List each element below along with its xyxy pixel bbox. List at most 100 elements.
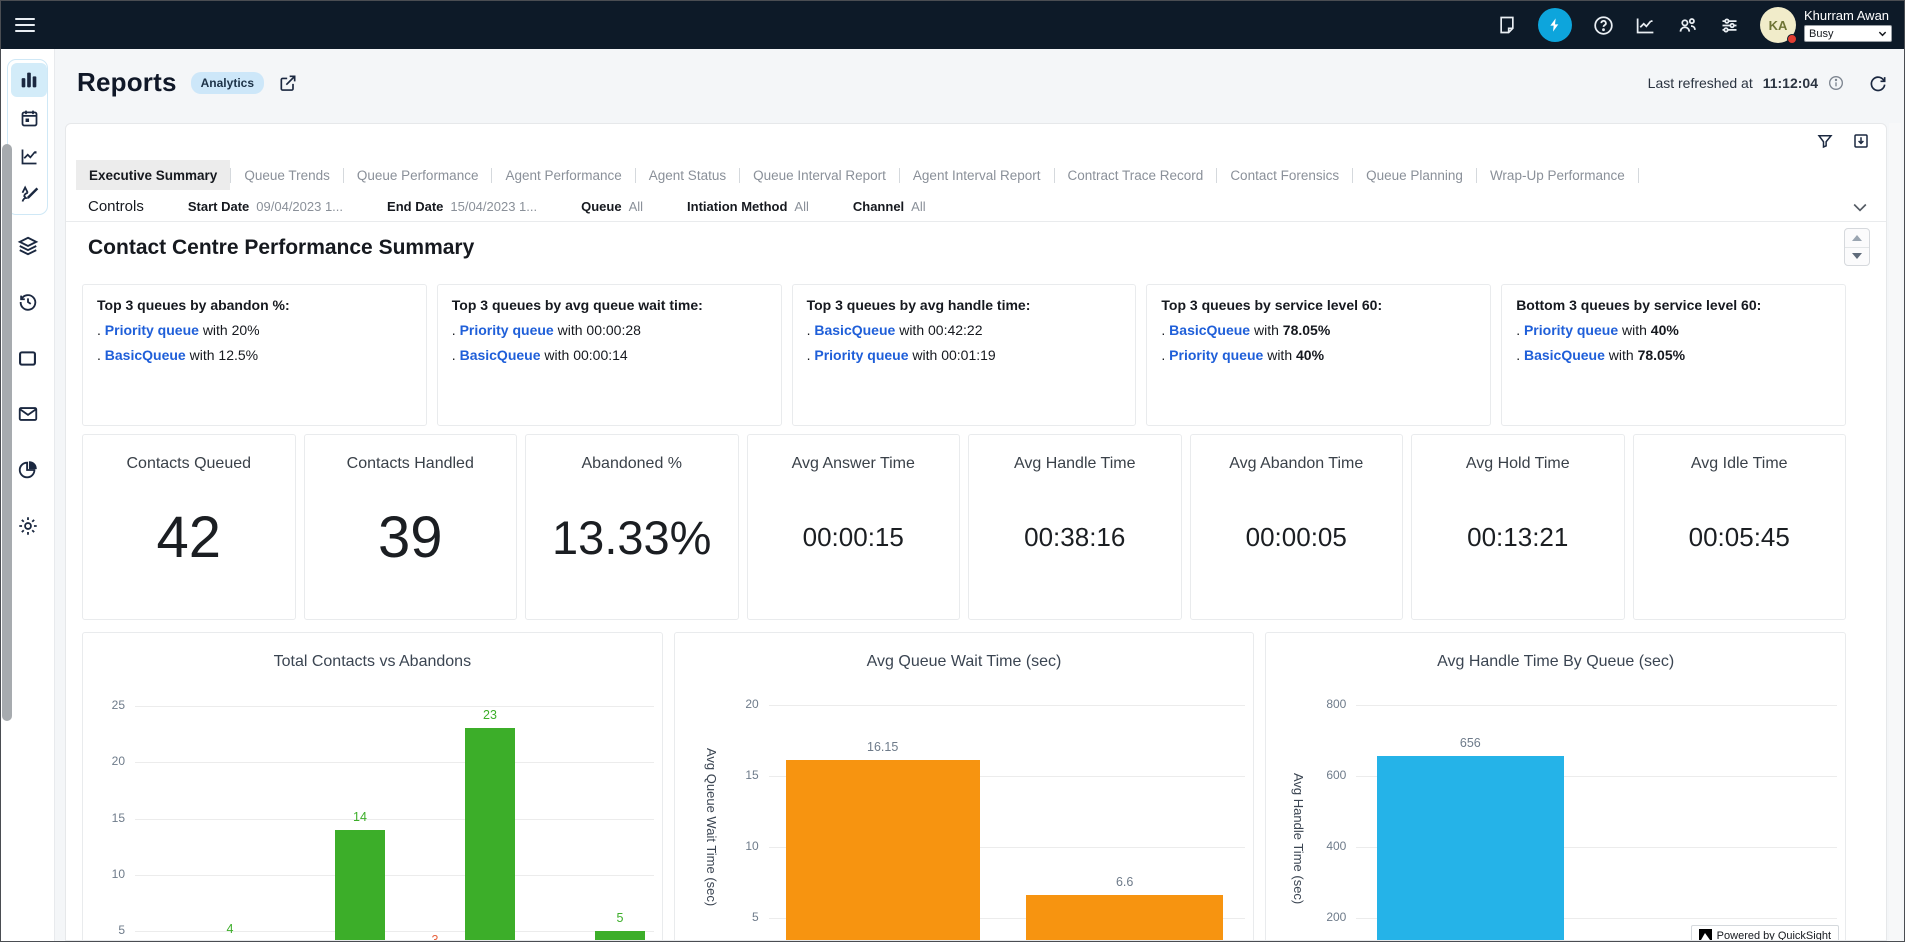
queue-link[interactable]: BasicQueue bbox=[1169, 322, 1250, 338]
charts-row: Total Contacts vs Abandons 2520151054143… bbox=[82, 632, 1846, 941]
pie-chart-icon bbox=[17, 459, 39, 481]
tab-queue-planning[interactable]: Queue Planning bbox=[1353, 160, 1476, 190]
status-select[interactable]: Busy bbox=[1804, 25, 1892, 42]
report-tabs: Executive Summary Queue Trends Queue Per… bbox=[76, 160, 1826, 190]
insight-value: 00:00:28 bbox=[586, 322, 641, 338]
preferences-icon[interactable] bbox=[1718, 14, 1740, 36]
queue-link[interactable]: Priority queue bbox=[1169, 347, 1263, 363]
y-axis-label: Avg Handle Time (sec) bbox=[1291, 773, 1306, 904]
y-axis-tick: 20 bbox=[725, 697, 759, 711]
tab-contact-forensics[interactable]: Contact Forensics bbox=[1217, 160, 1352, 190]
tab-agent-interval-report[interactable]: Agent Interval Report bbox=[900, 160, 1054, 190]
tab-queue-performance[interactable]: Queue Performance bbox=[344, 160, 492, 190]
filter-initiation-method[interactable]: Intiation MethodAll bbox=[687, 199, 809, 214]
tab-contract-trace-record[interactable]: Contract Trace Record bbox=[1055, 160, 1217, 190]
page-header: Reports Analytics Last refreshed at 11:1… bbox=[55, 49, 1904, 123]
kpi-label: Avg Idle Time bbox=[1691, 455, 1788, 473]
insight-card-title: Bottom 3 queues by service level 60: bbox=[1516, 297, 1831, 313]
tab-executive-summary[interactable]: Executive Summary bbox=[76, 160, 230, 190]
sidebar-item-history[interactable] bbox=[10, 285, 46, 319]
gridline bbox=[769, 705, 1246, 706]
notes-icon[interactable] bbox=[1496, 14, 1518, 36]
info-icon[interactable] bbox=[1828, 75, 1844, 91]
y-axis-label: Avg Queue Wait Time (sec) bbox=[704, 748, 719, 906]
kpi-label: Avg Abandon Time bbox=[1229, 455, 1363, 473]
insight-value: 78.05% bbox=[1638, 347, 1685, 363]
kpi-value: 00:00:05 bbox=[1246, 473, 1347, 619]
sheet-spinner bbox=[1844, 228, 1870, 266]
bar-value-label: 14 bbox=[325, 810, 395, 824]
spinner-up-icon[interactable] bbox=[1845, 229, 1869, 248]
line-chart-icon bbox=[19, 146, 40, 167]
y-axis-tick: 5 bbox=[725, 910, 759, 924]
bar-value-label: 656 bbox=[1435, 736, 1505, 750]
window-icon bbox=[17, 348, 38, 369]
kpi-card: Avg Abandon Time00:00:05 bbox=[1190, 434, 1404, 620]
spinner-down-icon[interactable] bbox=[1845, 248, 1869, 266]
filter-end-date[interactable]: End Date15/04/2023 1... bbox=[387, 199, 537, 214]
tab-queue-interval-report[interactable]: Queue Interval Report bbox=[740, 160, 899, 190]
user-block: KA Khurram Awan Busy bbox=[1760, 7, 1892, 43]
sidebar-item-reports[interactable] bbox=[11, 63, 47, 97]
insight-value: 20% bbox=[232, 322, 260, 338]
sidebar-item-trends[interactable] bbox=[11, 139, 47, 173]
insight-value: 00:01:19 bbox=[941, 347, 996, 363]
open-in-new-icon[interactable] bbox=[278, 73, 298, 93]
sidebar-item-window[interactable] bbox=[10, 341, 46, 375]
bar[interactable] bbox=[1377, 756, 1564, 941]
mail-icon bbox=[17, 403, 39, 425]
tab-queue-trends[interactable]: Queue Trends bbox=[231, 160, 343, 190]
queue-link[interactable]: BasicQueue bbox=[1524, 347, 1605, 363]
bar[interactable] bbox=[595, 931, 645, 941]
avatar[interactable]: KA bbox=[1760, 7, 1796, 43]
insight-value: 78.05% bbox=[1283, 322, 1330, 338]
queue-link[interactable]: BasicQueue bbox=[460, 347, 541, 363]
queue-link[interactable]: BasicQueue bbox=[814, 322, 895, 338]
bar-value-label: 3 bbox=[400, 933, 470, 941]
queue-link[interactable]: Priority queue bbox=[460, 322, 554, 338]
tab-agent-status[interactable]: Agent Status bbox=[636, 160, 739, 190]
sidebar-item-pie[interactable] bbox=[10, 453, 46, 487]
filter-queue[interactable]: QueueAll bbox=[581, 199, 643, 214]
queue-link[interactable]: Priority queue bbox=[1524, 322, 1618, 338]
agents-icon[interactable] bbox=[1676, 14, 1698, 36]
queue-link[interactable]: BasicQueue bbox=[105, 347, 186, 363]
gridline bbox=[135, 762, 654, 763]
insight-line: . BasicQueue with 00:00:14 bbox=[452, 347, 767, 363]
sidebar-item-design[interactable] bbox=[11, 177, 47, 211]
quicksight-badge: Powered by QuickSight bbox=[1691, 925, 1839, 941]
refresh-icon[interactable] bbox=[1868, 73, 1888, 93]
flash-icon[interactable] bbox=[1538, 8, 1572, 42]
kpi-label: Avg Answer Time bbox=[792, 455, 915, 473]
queue-link[interactable]: Priority queue bbox=[105, 322, 199, 338]
bar[interactable] bbox=[465, 728, 515, 941]
metrics-icon[interactable] bbox=[1634, 14, 1656, 36]
last-refreshed-label: Last refreshed at bbox=[1648, 75, 1753, 91]
tab-agent-performance[interactable]: Agent Performance bbox=[492, 160, 634, 190]
y-axis-tick: 200 bbox=[1312, 910, 1346, 924]
help-icon[interactable] bbox=[1592, 14, 1614, 36]
sidebar-item-calendar[interactable] bbox=[11, 101, 47, 135]
queue-link[interactable]: Priority queue bbox=[814, 347, 908, 363]
kpi-cards: Contacts Queued42Contacts Handled39Aband… bbox=[82, 434, 1846, 620]
bar[interactable] bbox=[786, 760, 980, 941]
status-value: Busy bbox=[1809, 28, 1833, 40]
sidebar-item-layers[interactable] bbox=[10, 229, 46, 263]
filter-icon[interactable] bbox=[1816, 132, 1834, 150]
bar[interactable] bbox=[335, 830, 385, 942]
insight-card-title: Top 3 queues by abandon %: bbox=[97, 297, 412, 313]
bar[interactable] bbox=[1026, 895, 1223, 941]
vertical-scrollbar[interactable] bbox=[1889, 123, 1901, 941]
sidebar-item-mail[interactable] bbox=[10, 397, 46, 431]
filter-channel[interactable]: ChannelAll bbox=[853, 199, 926, 214]
hamburger-icon[interactable] bbox=[15, 12, 41, 38]
scrollbar-thumb[interactable] bbox=[2, 144, 12, 721]
tab-wrap-up-performance[interactable]: Wrap-Up Performance bbox=[1477, 160, 1638, 190]
y-axis-tick: 25 bbox=[91, 698, 125, 712]
y-axis-tick: 15 bbox=[91, 811, 125, 825]
y-axis-tick: 10 bbox=[91, 867, 125, 881]
export-icon[interactable] bbox=[1852, 132, 1870, 150]
sidebar-item-settings[interactable] bbox=[10, 509, 46, 543]
chevron-down-icon[interactable] bbox=[1850, 197, 1870, 217]
filter-start-date[interactable]: Start Date09/04/2023 1... bbox=[188, 199, 343, 214]
